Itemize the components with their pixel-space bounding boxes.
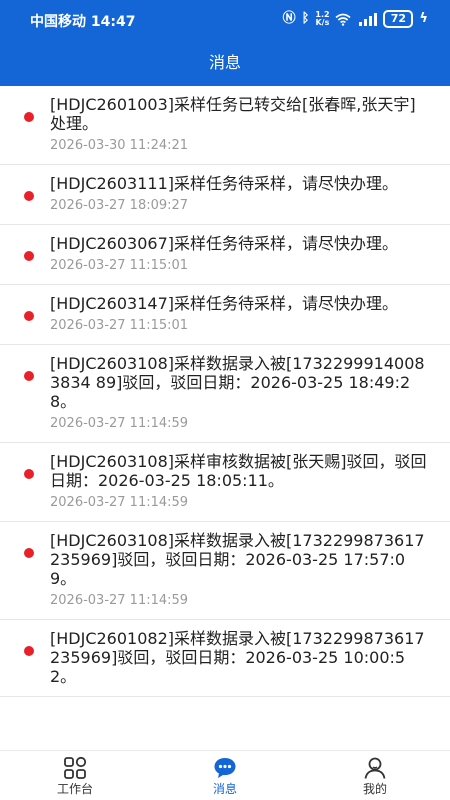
status-icons: Ⓝ ᛒ 1.2 K/s 72 ϟ <box>283 10 428 28</box>
bluetooth-icon: ᛒ <box>301 11 310 26</box>
tab-label: 消息 <box>212 782 237 796</box>
message-time: 2026-03-30 11:24:21 <box>50 138 189 153</box>
carrier-time: 中国移动 14:47 <box>30 14 136 30</box>
message-item[interactable]: [HDJC2603147]采样任务待采样，请尽快办理。 2026-03-27 11… <box>0 285 450 345</box>
message-text: [HDJC2603108]采样数据录入被[17322999140083834 8… <box>50 354 425 411</box>
battery-indicator: 72 <box>383 10 414 28</box>
message-text: [HDJC2603147]采样任务待采样，请尽快办理。 <box>50 294 398 313</box>
message-time: 2026-03-27 11:14:59 <box>50 416 189 431</box>
tab-label: 我的 <box>362 782 387 796</box>
nfc-icon: Ⓝ <box>282 11 296 26</box>
unread-dot <box>24 371 34 381</box>
unread-dot <box>24 311 34 321</box>
message-text: [HDJC2603067]采样任务待采样，请尽快办理。 <box>50 234 398 253</box>
unread-dot <box>24 469 34 479</box>
tab-messages[interactable]: 消息 <box>150 751 300 800</box>
message-item[interactable]: [HDJC2603067]采样任务待采样，请尽快办理。 2026-03-27 11… <box>0 225 450 285</box>
message-list[interactable]: [HDJC2601003]采样任务已转交给[张春晖,张天宇]处理。 2026-03… <box>0 86 450 750</box>
unread-dot <box>24 191 34 201</box>
message-item[interactable]: [HDJC2603108]采样审核数据被[张天赐]驳回，驳回日期：2026-03… <box>0 443 450 522</box>
app-header: 中国移动 14:47 Ⓝ ᛒ 1.2 K/s 72 ϟ 消息 <box>0 0 450 86</box>
net-speed: 1.2 K/s <box>315 11 329 27</box>
message-time: 2026-03-27 11:15:01 <box>50 258 189 273</box>
message-text: [HDJC2603108]采样数据录入被[1732299873617235969… <box>50 531 425 588</box>
page-title: 消息 <box>208 53 241 72</box>
tab-workbench[interactable]: 工作台 <box>0 751 150 800</box>
charging-icon: ϟ <box>419 11 428 26</box>
unread-dot <box>24 251 34 261</box>
tab-label: 工作台 <box>56 782 93 796</box>
unread-dot <box>24 548 34 558</box>
signal-icon <box>359 12 378 26</box>
message-item[interactable]: [HDJC2601003]采样任务已转交给[张春晖,张天宇]处理。 2026-03… <box>0 86 450 165</box>
bottom-tab-bar: 工作台 消息 我的 <box>0 750 450 800</box>
message-icon <box>214 758 236 778</box>
message-item[interactable]: [HDJC2603108]采样数据录入被[17322999140083834 8… <box>0 345 450 443</box>
message-item[interactable]: [HDJC2601082]采样数据录入被[1732299873617235969… <box>0 620 450 697</box>
message-text: [HDJC2603108]采样审核数据被[张天赐]驳回，驳回日期：2026-03… <box>50 452 427 490</box>
message-text: [HDJC2601003]采样任务已转交给[张春晖,张天宇]处理。 <box>50 95 416 133</box>
net-speed-unit: K/s <box>315 18 330 27</box>
unread-dot <box>24 112 34 122</box>
message-time: 2026-03-27 11:14:59 <box>50 593 189 608</box>
message-text: [HDJC2601082]采样数据录入被[1732299873617235969… <box>50 629 425 686</box>
unread-dot <box>24 646 34 656</box>
status-bar: 中国移动 14:47 Ⓝ ᛒ 1.2 K/s 72 ϟ <box>0 0 450 40</box>
message-item[interactable]: [HDJC2603108]采样数据录入被[1732299873617235969… <box>0 522 450 620</box>
wifi-icon <box>335 13 351 26</box>
message-time: 2026-03-27 18:09:27 <box>50 198 189 213</box>
message-time: 2026-03-27 11:14:59 <box>50 495 189 510</box>
message-time: 2026-03-27 11:15:01 <box>50 318 189 333</box>
grid-icon <box>64 756 87 779</box>
tab-mine[interactable]: 我的 <box>300 751 450 800</box>
user-icon <box>364 757 386 779</box>
message-item[interactable]: [HDJC2603111]采样任务待采样，请尽快办理。 2026-03-27 18… <box>0 165 450 225</box>
message-text: [HDJC2603111]采样任务待采样，请尽快办理。 <box>50 174 398 193</box>
